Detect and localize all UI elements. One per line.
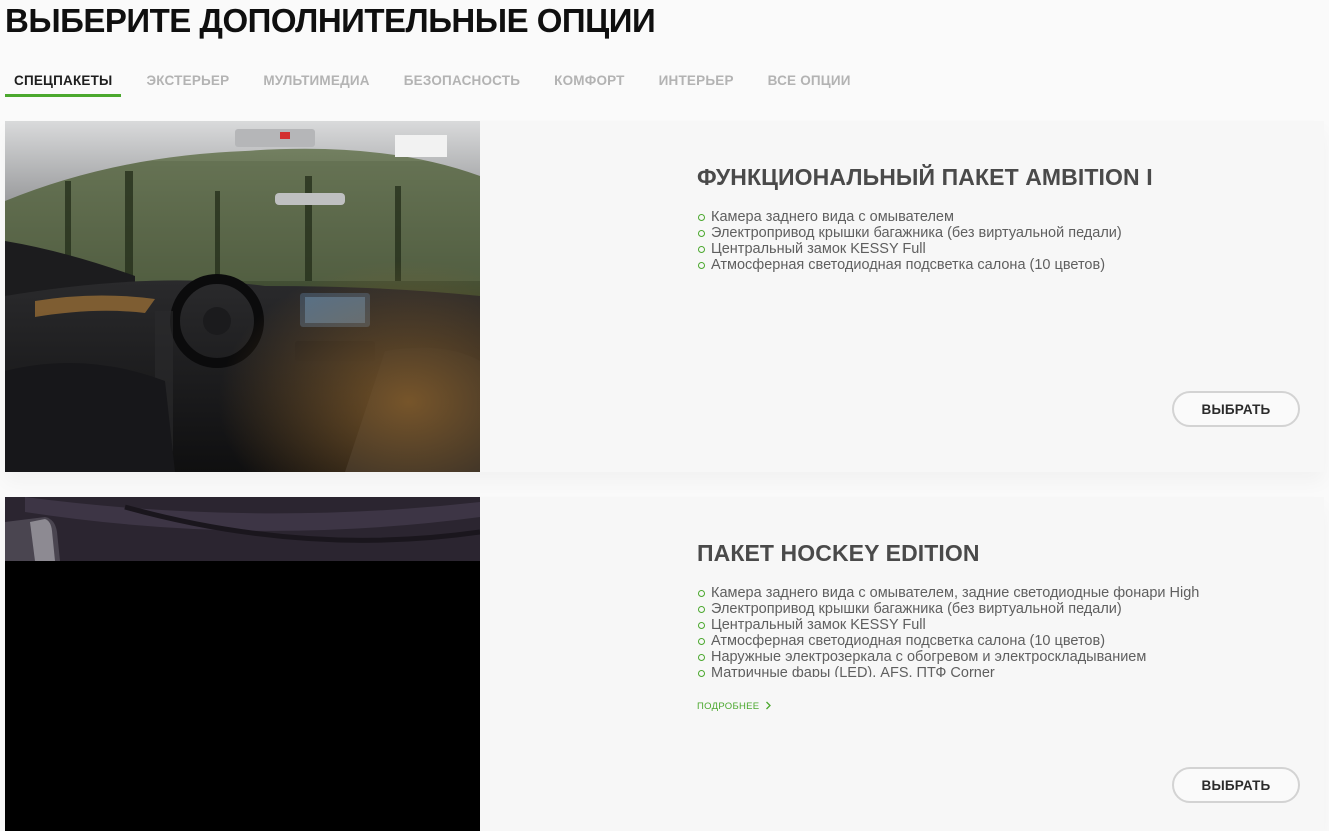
select-button[interactable]: ВЫБРАТЬ	[1172, 391, 1300, 427]
feature-item: Электропривод крышки багажника (без вирт…	[697, 601, 1199, 617]
feature-item: Камера заднего вида с омывателем	[697, 209, 1122, 225]
chevron-right-icon	[762, 701, 772, 712]
tab-comfort[interactable]: КОМФОРТ	[545, 70, 633, 97]
tab-interior[interactable]: ИНТЕРЬЕР	[650, 70, 743, 97]
more-details-label: ПОДРОБНЕЕ	[697, 701, 760, 712]
feature-item: Атмосферная светодиодная подсветка салон…	[697, 633, 1199, 649]
feature-item: Камера заднего вида с омывателем, задние…	[697, 585, 1199, 601]
feature-item: Центральный замок KESSY Full	[697, 241, 1122, 257]
tab-all-options[interactable]: ВСЕ ОПЦИИ	[759, 70, 860, 97]
page-title: ВЫБЕРИТЕ ДОПОЛНИТЕЛЬНЫЕ ОПЦИИ	[5, 2, 656, 39]
feature-list: Камера заднего вида с омывателем, задние…	[697, 585, 1199, 677]
select-button[interactable]: ВЫБРАТЬ	[1172, 767, 1300, 803]
package-card-hockey-edition: ПАКЕТ HOCKEY EDITION Камера заднего вида…	[5, 497, 1324, 831]
more-details-link[interactable]: ПОДРОБНЕЕ	[697, 701, 772, 712]
tab-special-packages[interactable]: СПЕЦПАКЕТЫ	[5, 70, 122, 97]
tab-multimedia[interactable]: МУЛЬТИМЕДИА	[254, 70, 378, 97]
tab-safety[interactable]: БЕЗОПАСНОСТЬ	[395, 70, 529, 97]
tab-exterior[interactable]: ЭКСТЕРЬЕР	[137, 70, 238, 97]
feature-item: Наружные электрозеркала с обогревом и эл…	[697, 649, 1199, 665]
feature-list: Камера заднего вида с омывателем Электро…	[697, 209, 1122, 273]
feature-item: Матричные фары (LED), AFS, ПТФ Corner	[697, 665, 1199, 677]
feature-item: Атмосферная светодиодная подсветка салон…	[697, 257, 1122, 273]
feature-item: Центральный замок KESSY Full	[697, 617, 1199, 633]
package-card-ambition: ФУНКЦИОНАЛЬНЫЙ ПАКЕТ AMBITION I Камера з…	[5, 121, 1324, 472]
car-interior-image	[5, 121, 480, 472]
feature-item: Электропривод крышки багажника (без вирт…	[697, 225, 1122, 241]
package-title: ПАКЕТ HOCKEY EDITION	[697, 540, 980, 566]
package-title: ФУНКЦИОНАЛЬНЫЙ ПАКЕТ AMBITION I	[697, 164, 1153, 190]
category-tabs: СПЕЦПАКЕТЫ ЭКСТЕРЬЕР МУЛЬТИМЕДИА БЕЗОПАС…	[5, 70, 876, 97]
package-image	[5, 497, 480, 831]
